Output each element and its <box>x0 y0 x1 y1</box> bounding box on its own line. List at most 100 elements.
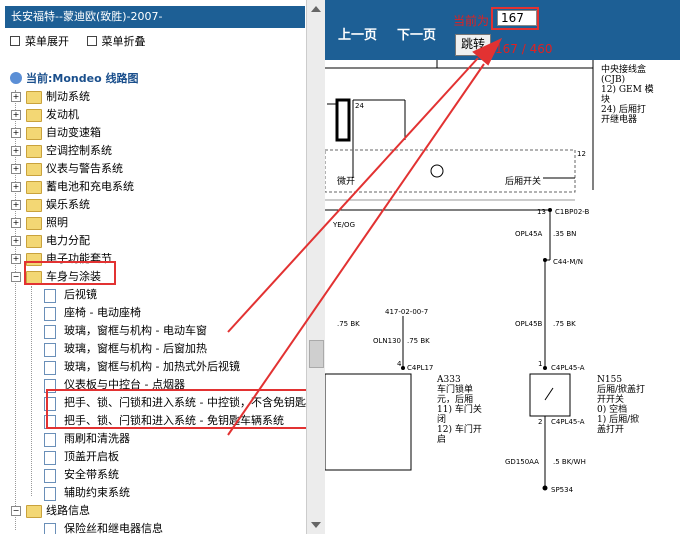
tree-root[interactable]: 当前:Mondeo 线路图 <box>10 70 138 88</box>
tree-leaf-label: 后视镜 <box>64 288 97 301</box>
tree-guide-line <box>15 90 16 530</box>
lock-unit-label: 11) 车门关 <box>437 403 482 415</box>
expand-plus-icon[interactable]: + <box>11 254 21 264</box>
cjb-label: 块 <box>601 93 610 105</box>
highlight-body-folder <box>24 261 116 285</box>
connector-pin <box>548 208 552 212</box>
expand-plus-icon[interactable]: + <box>11 218 21 228</box>
document-icon <box>44 325 56 339</box>
expand-plus-icon[interactable]: + <box>11 92 21 102</box>
tree-leaf-label: 座椅 - 电动座椅 <box>64 306 141 319</box>
folder-icon <box>26 235 42 248</box>
lock-unit-box <box>325 373 412 471</box>
document-icon <box>44 469 56 483</box>
switch-unit-label: 后厢/掀盖打 <box>597 383 645 395</box>
page-count: 167 / 460 <box>495 42 553 56</box>
expand-plus-icon[interactable]: + <box>11 236 21 246</box>
open-folder-icon <box>26 505 42 518</box>
cjb-label: (CJB) <box>601 74 625 85</box>
expand-plus-icon[interactable]: + <box>11 182 21 192</box>
next-page-button[interactable]: 下一页 <box>397 24 436 43</box>
connector-pin <box>543 258 547 262</box>
folder-icon <box>26 109 42 122</box>
switch-symbol <box>430 164 444 178</box>
lock-unit-label: 启 <box>437 433 446 445</box>
wire-color-label: .5 BK/WH <box>553 458 586 466</box>
tree-folder-label: 电力分配 <box>46 234 90 247</box>
cjb-label: 12) GEM 模 <box>601 84 654 95</box>
tree-folder-label: 空调控制系统 <box>46 144 112 157</box>
switch-unit-box <box>529 373 571 417</box>
lock-unit-label: 元，后厢 <box>437 394 473 405</box>
document-icon <box>44 487 56 501</box>
cjb-label: 开继电器 <box>601 113 637 125</box>
folder-icon <box>26 199 42 212</box>
switch-contact <box>544 387 554 401</box>
document-icon <box>44 523 56 534</box>
circuit-label: OPL45A <box>515 230 543 238</box>
expand-plus-icon[interactable]: + <box>11 128 21 138</box>
menu-collapse-label: 菜单折叠 <box>101 35 146 48</box>
expand-plus-icon[interactable]: + <box>11 200 21 210</box>
scroll-thumb[interactable] <box>309 340 324 368</box>
pin-number: 2 <box>538 418 542 426</box>
folder-icon <box>26 217 42 230</box>
tree-leaf-label: 辅助约束系统 <box>64 486 130 499</box>
vertical-scrollbar[interactable] <box>306 0 325 534</box>
connector-label: C44-M/N <box>553 258 583 266</box>
lock-unit-label: 车门锁单 <box>437 383 473 395</box>
pin-number: 4 <box>397 360 402 368</box>
connector-label: C4PL17 <box>407 364 433 372</box>
lock-unit-label: A333 <box>436 375 461 385</box>
document-icon <box>44 343 56 357</box>
folder-icon <box>26 127 42 140</box>
wire-color-label: .35 BN <box>553 230 576 238</box>
tree-leaf-label: 顶盖开启板 <box>64 450 119 463</box>
highlight-page-input <box>491 7 539 30</box>
tree-folder-label: 发动机 <box>46 108 79 121</box>
splice-label: SP534 <box>551 486 574 494</box>
tree-folder-label: 制动系统 <box>46 90 90 103</box>
diagram-viewer: 上一页 下一页 当前为 跳转 167 / 460 <box>325 0 680 534</box>
prev-page-button[interactable]: 上一页 <box>338 24 377 43</box>
tree-root-label: 当前:Mondeo 线路图 <box>26 72 139 85</box>
switch-label: 后厢开关 <box>505 175 541 187</box>
expand-plus-icon[interactable]: + <box>11 164 21 174</box>
wiring-diagram: 中央接线盒 (CJB) 12) GEM 模 块 24) 后厢打 开继电器 24 … <box>325 60 654 494</box>
pin-number: 24 <box>355 102 364 110</box>
menu-expand-label: 菜单展开 <box>25 35 69 48</box>
lock-unit-label: 闭 <box>437 413 446 425</box>
tree-leaf-label: 玻璃，窗框与机构 - 电动车窗 <box>64 324 207 337</box>
pin-number: 12 <box>577 150 586 158</box>
switch-label: 微开 <box>337 175 355 187</box>
expand-icon <box>10 36 20 46</box>
connector-pin <box>401 366 405 370</box>
connector-label: C4PL45-A <box>551 418 585 426</box>
expand-plus-icon[interactable]: + <box>11 110 21 120</box>
menu-expand-button[interactable]: 菜单展开 <box>10 34 69 50</box>
expand-plus-icon[interactable]: + <box>11 146 21 156</box>
document-icon <box>44 433 56 447</box>
tree-leaf-label: 玻璃，窗框与机构 - 加热式外后视镜 <box>64 360 240 373</box>
document-icon <box>44 289 56 303</box>
menu-collapse-button[interactable]: 菜单折叠 <box>86 34 146 50</box>
scroll-up-icon[interactable] <box>311 6 321 12</box>
folder-icon <box>26 91 42 104</box>
globe-icon <box>10 72 22 84</box>
pin-number: 13 <box>537 208 546 216</box>
folder-icon <box>26 181 42 194</box>
relay-box <box>335 98 351 142</box>
highlight-lock-items <box>46 389 306 429</box>
tree-folder-label: 线路信息 <box>46 504 90 517</box>
switch-unit-label: 0) 空档 <box>597 403 627 415</box>
collapse-minus-icon[interactable]: − <box>11 506 21 516</box>
collapse-minus-icon[interactable]: − <box>11 272 21 282</box>
cjb-label: 中央接线盒 <box>601 63 646 75</box>
wire-color-label: .75 BK <box>337 320 360 328</box>
window-title: 长安福特--蒙迪欧(致胜)-2007- <box>5 6 305 28</box>
jump-button[interactable]: 跳转 <box>455 34 491 56</box>
circuit-label: GD150AA <box>505 458 539 466</box>
scroll-down-icon[interactable] <box>311 522 321 528</box>
lock-unit-label: 12) 车门开 <box>437 423 482 435</box>
tree-folder-label: 照明 <box>46 216 68 229</box>
